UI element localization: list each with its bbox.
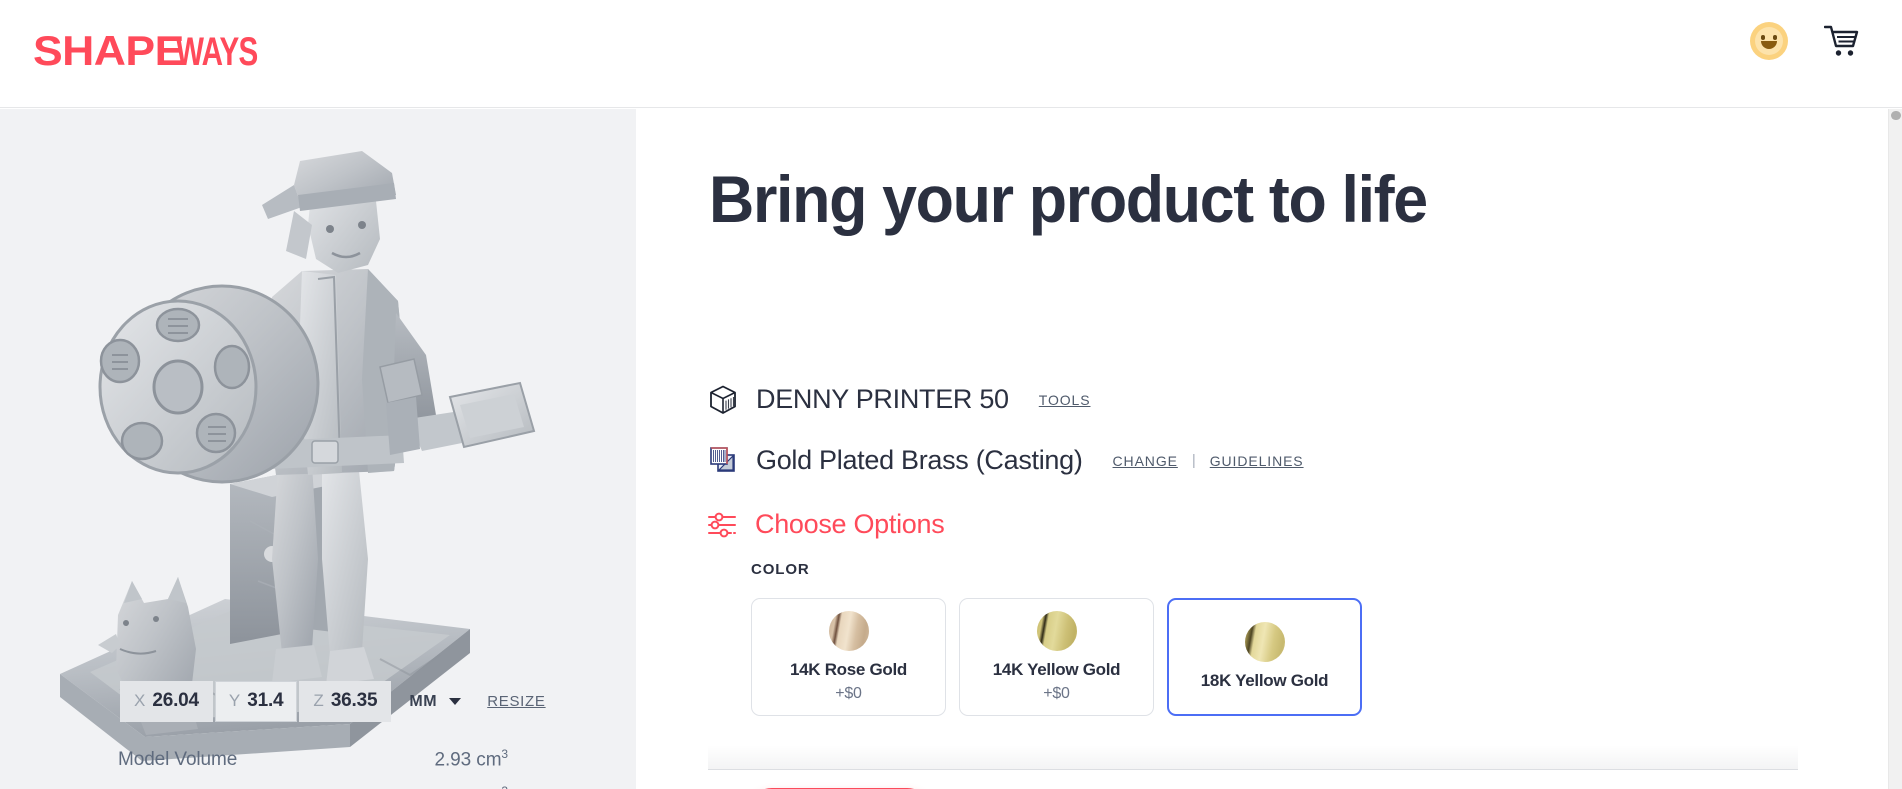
printer-row: DENNY PRINTER 50 TOOLS bbox=[709, 384, 1090, 415]
dimension-z-axis: Z bbox=[313, 691, 324, 710]
dimension-y-value: 31.4 bbox=[247, 690, 284, 711]
printer-links: TOOLS bbox=[1039, 392, 1091, 408]
product-configurator-panel: Bring your product to life DENNY PRINTER… bbox=[636, 109, 1902, 789]
material-links: CHANGE | GUIDELINES bbox=[1113, 452, 1304, 469]
color-option-name: 18K Yellow Gold bbox=[1200, 671, 1329, 691]
tools-link[interactable]: TOOLS bbox=[1039, 392, 1091, 408]
dimension-y[interactable]: Y 31.4 bbox=[214, 681, 298, 722]
section-divider bbox=[708, 745, 1798, 771]
divider-shadow bbox=[708, 745, 1798, 769]
choose-options-label: Choose Options bbox=[755, 509, 945, 539]
logo-text-ways: WAYS bbox=[176, 30, 258, 74]
link-separator: | bbox=[1191, 452, 1196, 469]
model-viewer-panel[interactable]: X 26.04 Y 31.4 Z 36.35 MM RESIZE Model V… bbox=[0, 109, 636, 789]
color-option-14k-rose-gold[interactable]: 14K Rose Gold +$0 bbox=[751, 598, 946, 716]
shopping-cart-icon[interactable] bbox=[1824, 24, 1860, 58]
dimension-z-value: 36.35 bbox=[330, 690, 378, 711]
total-price: $140.42 bbox=[1092, 784, 1269, 789]
material-row: Gold Plated Brass (Casting) CHANGE | GUI… bbox=[709, 445, 1304, 476]
divider-line bbox=[708, 769, 1798, 770]
color-option-name: 14K Rose Gold bbox=[789, 660, 908, 680]
page-root: SHAPE WAYS X 26.04 Y 31.4 Z 36.35 MM RES… bbox=[0, 0, 1902, 789]
dimensions-bar: X 26.04 Y 31.4 Z 36.35 MM RESIZE bbox=[120, 681, 546, 722]
user-avatar[interactable] bbox=[1750, 22, 1788, 60]
dimension-z[interactable]: Z 36.35 bbox=[299, 681, 392, 722]
model-right-arm bbox=[379, 313, 536, 455]
purchase-bar: ADD TO CART QTY 1 $140.42 bbox=[636, 784, 1902, 789]
stat-value: 12.17 cm3 bbox=[424, 784, 508, 789]
model-3d-render bbox=[60, 151, 536, 761]
model-stats-list: Model Volume 2.93 cm3 Machine Space 12.1… bbox=[118, 741, 508, 789]
model-tablet bbox=[448, 381, 536, 449]
color-option-14k-yellow-gold[interactable]: 14K Yellow Gold +$0 bbox=[959, 598, 1154, 716]
dimension-x-value: 26.04 bbox=[152, 690, 199, 711]
unit-dropdown[interactable]: MM bbox=[409, 692, 462, 711]
dimension-y-axis: Y bbox=[228, 691, 241, 710]
change-material-link[interactable]: CHANGE bbox=[1113, 453, 1178, 469]
color-swatch-icon bbox=[828, 611, 869, 652]
sliders-options-icon bbox=[707, 511, 739, 539]
resize-link[interactable]: RESIZE bbox=[487, 693, 545, 710]
guidelines-link[interactable]: GUIDELINES bbox=[1210, 453, 1304, 469]
dimension-x[interactable]: X 26.04 bbox=[120, 681, 213, 722]
header-actions bbox=[1750, 22, 1860, 60]
color-section-label: COLOR bbox=[751, 561, 810, 578]
shapeways-logo[interactable]: SHAPE WAYS bbox=[33, 27, 286, 74]
avatar-eye-left bbox=[1761, 35, 1765, 40]
stat-row: Machine Space 12.17 cm3 bbox=[118, 778, 508, 789]
smiley-face-icon bbox=[1755, 27, 1783, 55]
stat-label: Model Volume bbox=[118, 749, 238, 771]
color-swatch-icon bbox=[1036, 611, 1077, 652]
printer-name: DENNY PRINTER 50 bbox=[756, 384, 1009, 414]
page-scrollbar[interactable] bbox=[1888, 109, 1902, 789]
color-option-list: 14K Rose Gold +$0 14K Yellow Gold +$0 18… bbox=[751, 598, 1362, 716]
choose-options-row[interactable]: Choose Options bbox=[707, 509, 945, 540]
material-name: Gold Plated Brass (Casting) bbox=[756, 445, 1083, 475]
color-option-name: 14K Yellow Gold bbox=[992, 660, 1121, 680]
stat-value: 2.93 cm3 bbox=[434, 747, 509, 771]
logo-text-shape: SHAPE bbox=[33, 27, 184, 74]
model-filament-spool bbox=[98, 284, 320, 484]
color-option-price: +$0 bbox=[835, 684, 862, 702]
page-title: Bring your product to life bbox=[709, 162, 1428, 236]
color-option-18k-yellow-gold[interactable]: 18K Yellow Gold bbox=[1167, 598, 1362, 716]
cube-3d-printer-icon bbox=[709, 385, 739, 415]
unit-dropdown-value: MM bbox=[409, 692, 438, 710]
color-option-price: +$0 bbox=[1043, 684, 1070, 702]
dimension-x-axis: X bbox=[134, 691, 146, 710]
scrollbar-thumb[interactable] bbox=[1891, 111, 1901, 120]
chevron-down-icon bbox=[449, 698, 462, 705]
color-swatch-icon bbox=[1244, 622, 1285, 663]
material-swatch-icon bbox=[709, 446, 739, 476]
site-header: SHAPE WAYS bbox=[0, 0, 1902, 108]
stat-row: Model Volume 2.93 cm3 bbox=[118, 741, 508, 778]
avatar-mouth bbox=[1761, 41, 1777, 49]
model-head bbox=[262, 151, 396, 273]
avatar-eye-right bbox=[1773, 35, 1777, 40]
